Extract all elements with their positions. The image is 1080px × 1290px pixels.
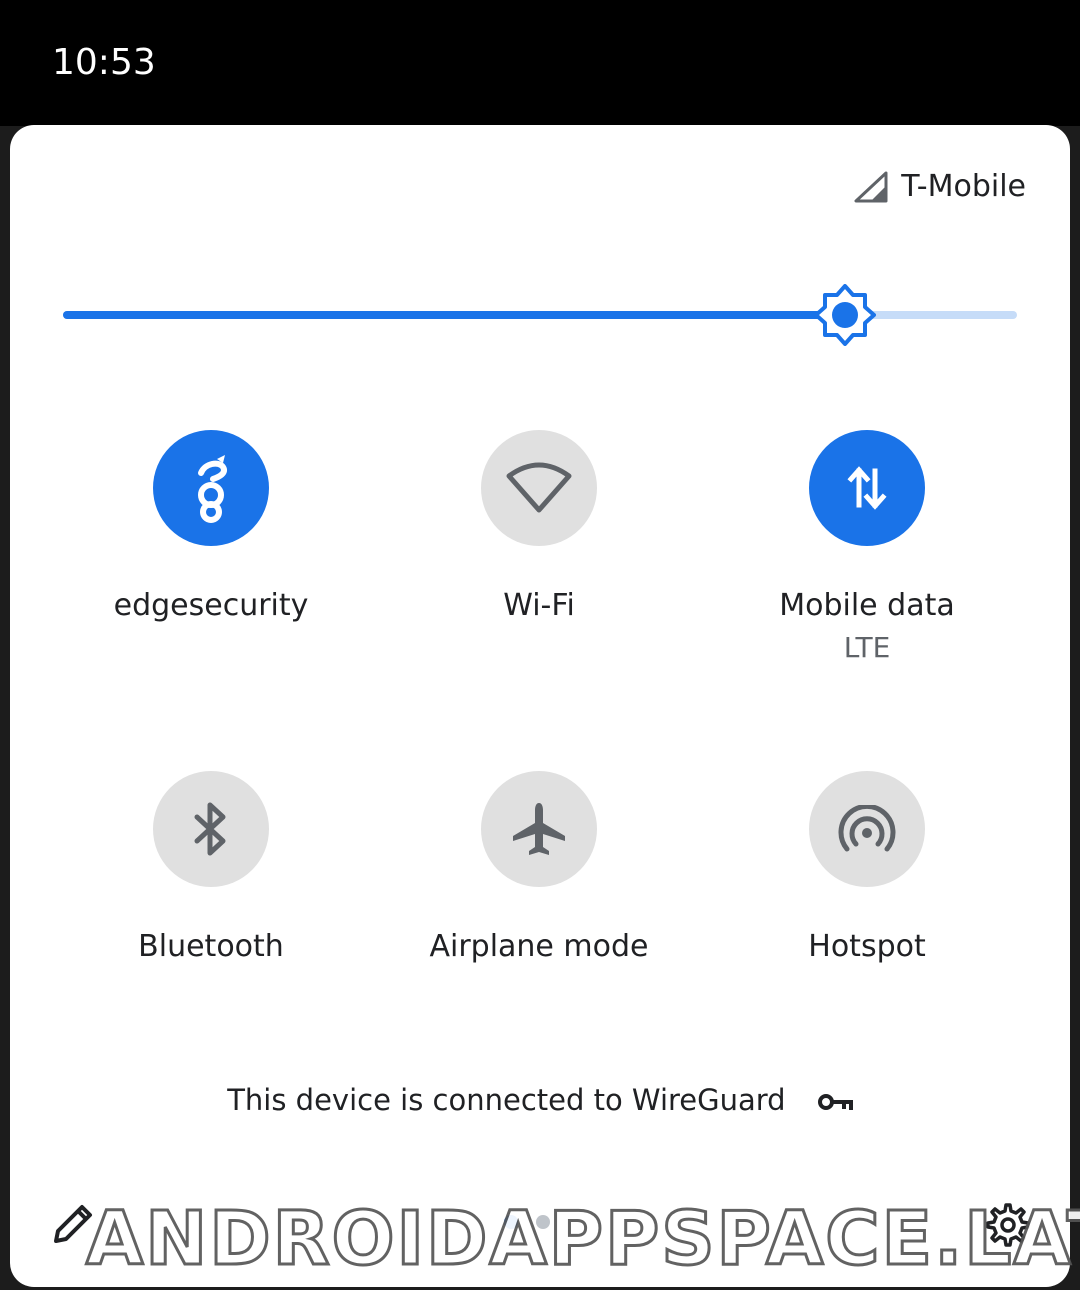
tile-label: edgesecurity <box>113 588 309 623</box>
bluetooth-icon <box>194 802 226 856</box>
wifi-icon <box>506 462 572 513</box>
tile-button[interactable] <box>153 771 269 887</box>
tile-bluetooth[interactable]: Bluetooth <box>61 771 361 964</box>
mobile-data-icon <box>847 466 887 510</box>
vpn-message: This device is connected to WireGuard <box>227 1083 786 1117</box>
status-bar: 10:53 <box>0 0 1080 126</box>
carrier-name: T-Mobile <box>901 169 1026 204</box>
tile-button[interactable] <box>481 771 597 887</box>
tile-label: Mobile data <box>779 588 955 623</box>
tile-airplane-mode[interactable]: Airplane mode <box>389 771 689 964</box>
tile-button[interactable] <box>481 430 597 546</box>
airplane-icon <box>513 803 565 855</box>
hotspot-icon <box>838 805 896 852</box>
tile-edgesecurity[interactable]: edgesecurity <box>61 430 361 623</box>
vpn-status[interactable]: This device is connected to WireGuard <box>10 1083 1070 1117</box>
signal-icon <box>854 171 888 202</box>
tile-button[interactable] <box>809 430 925 546</box>
tile-label: Wi-Fi <box>503 588 575 623</box>
wireguard-icon <box>198 455 227 523</box>
quick-settings-panel: T-Mobile edgesecurity Wi-Fi Mobile data … <box>10 125 1070 1287</box>
key-icon <box>817 1094 853 1110</box>
brightness-slider[interactable] <box>63 284 1017 346</box>
tile-mobile-data[interactable]: Mobile data LTE <box>717 430 1017 664</box>
clock: 10:53 <box>52 42 156 83</box>
tile-label: Airplane mode <box>429 929 649 964</box>
tile-label: Bluetooth <box>138 929 284 964</box>
tile-label: Hotspot <box>808 929 926 964</box>
carrier-info: T-Mobile <box>853 169 1026 204</box>
tile-button[interactable] <box>809 771 925 887</box>
brightness-icon[interactable] <box>814 284 876 346</box>
tile-wifi[interactable]: Wi-Fi <box>389 430 689 623</box>
brightness-fill <box>63 311 845 319</box>
tile-hotspot[interactable]: Hotspot <box>717 771 1017 964</box>
tile-sublabel: LTE <box>843 631 891 664</box>
watermark: ANDROIDAPPSPACE.LAT <box>84 1195 1080 1284</box>
tile-button[interactable] <box>153 430 269 546</box>
